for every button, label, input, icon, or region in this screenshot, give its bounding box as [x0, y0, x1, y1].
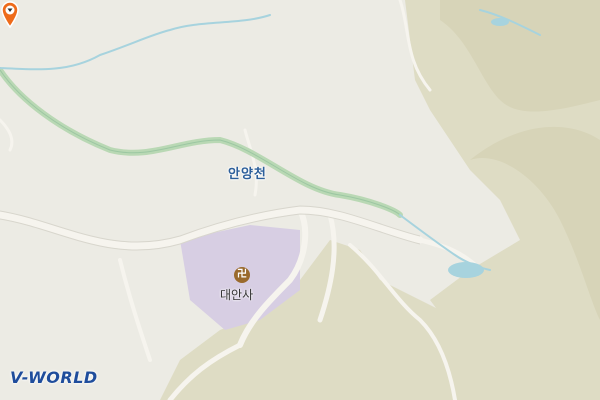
vworld-logo: V-WORLD: [10, 368, 98, 387]
map-base-layer: [0, 0, 600, 400]
river-anyangcheon: [0, 67, 403, 218]
pond-east: [448, 262, 484, 278]
river-label: 안양천: [228, 167, 267, 182]
temple-icon[interactable]: 卍: [234, 267, 250, 283]
map-canvas[interactable]: 안양천 卍 대안사 V-WORLD: [0, 0, 600, 400]
poi-label-temple[interactable]: 대안사: [220, 286, 253, 303]
pond-northeast: [491, 18, 509, 26]
location-pin-icon[interactable]: [0, 0, 20, 28]
